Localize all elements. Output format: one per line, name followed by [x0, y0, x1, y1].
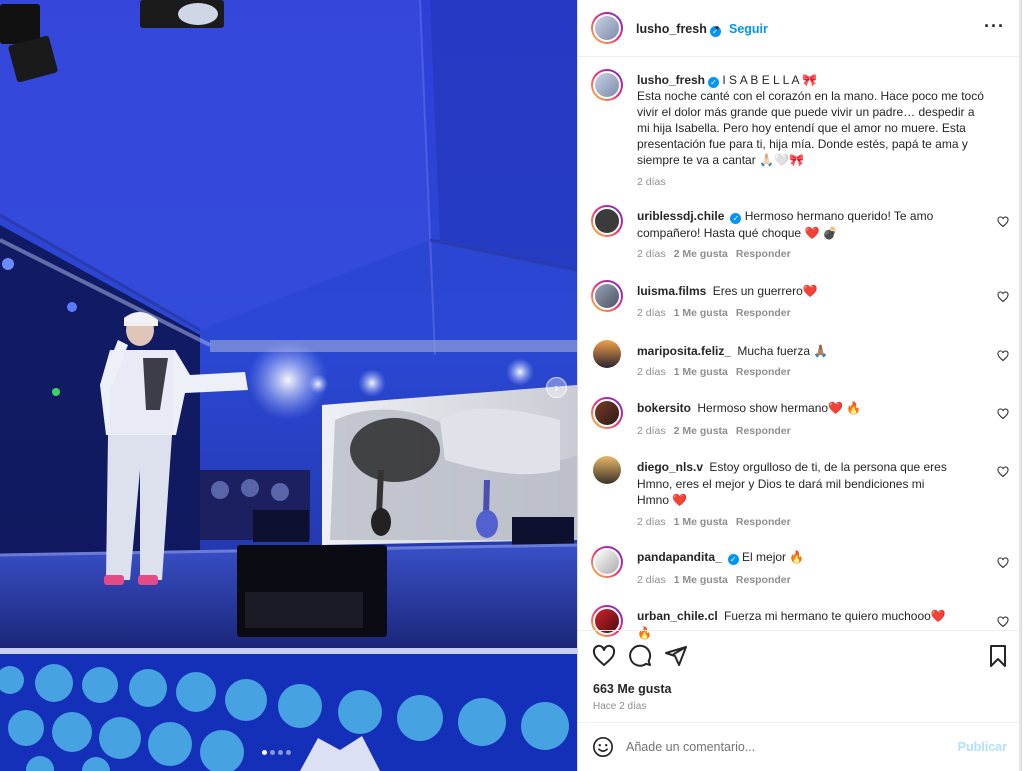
comment-text: uriblessdj.chile ✓ Hermoso hermano querid… — [637, 209, 934, 240]
comment-heart-icon[interactable] — [997, 466, 1009, 478]
likes-count[interactable]: 663 Me gusta — [593, 682, 672, 696]
comment-time[interactable]: 2 días — [637, 516, 666, 528]
comment-author[interactable]: diego_nls.v — [637, 460, 703, 474]
heart-icon[interactable] — [592, 644, 616, 668]
carousel-dot — [270, 750, 275, 755]
comment-author[interactable]: uriblessdj.chile — [637, 209, 724, 223]
comment-likes[interactable]: 2 Me gusta — [674, 425, 728, 437]
reply-button[interactable]: Responder — [736, 307, 791, 319]
comment-icon[interactable] — [628, 644, 652, 668]
caption-author[interactable]: lusho_fresh — [637, 73, 705, 87]
avatar[interactable] — [593, 340, 621, 368]
header-separator: • — [715, 21, 720, 35]
more-options-button[interactable]: ··· — [984, 16, 1005, 37]
carousel-dot — [262, 750, 267, 755]
chevron-right-icon: › — [554, 380, 559, 395]
reply-button[interactable]: Responder — [736, 425, 791, 437]
reply-button[interactable]: Responder — [736, 248, 791, 260]
post-photo[interactable]: › — [0, 0, 577, 771]
comment-meta: 2 días 1 Me gusta Responder — [637, 366, 799, 378]
comment-heart-icon[interactable] — [997, 408, 1009, 420]
emoji-icon[interactable] — [592, 736, 614, 758]
post-actions: 663 Me gusta Hace 2 días — [578, 630, 1021, 722]
avatar[interactable] — [591, 205, 623, 237]
scrollbar[interactable] — [1019, 0, 1021, 771]
caption-time[interactable]: 2 días — [637, 174, 987, 190]
post-author-name[interactable]: lusho_fresh — [636, 22, 707, 36]
comment-heart-icon[interactable] — [997, 216, 1009, 228]
comment-meta: 2 días 2 Me gusta Responder — [637, 425, 799, 437]
post-timestamp[interactable]: Hace 2 días — [593, 701, 646, 712]
carousel-dot — [286, 750, 291, 755]
comment-author[interactable]: bokersito — [637, 401, 691, 415]
carousel-next-button[interactable]: › — [546, 377, 567, 398]
comment-meta: 2 días 1 Me gusta Responder — [637, 516, 799, 528]
comment-text: mariposita.feliz_ Mucha fuerza 🙏🏽 — [637, 344, 829, 358]
comment-time[interactable]: 2 días — [637, 248, 666, 260]
comment-likes[interactable]: 1 Me gusta — [674, 307, 728, 319]
comment-likes[interactable]: 2 Me gusta — [674, 248, 728, 260]
avatar[interactable] — [591, 397, 623, 429]
comment-heart-icon[interactable] — [997, 616, 1009, 628]
follow-button[interactable]: Seguir — [729, 22, 768, 36]
caption-body: Esta noche canté con el corazón en la ma… — [637, 89, 984, 167]
comment-text: diego_nls.v Estoy orgulloso de ti, de la… — [637, 460, 947, 507]
avatar[interactable] — [591, 69, 623, 101]
comment-author[interactable]: mariposita.feliz_ — [637, 344, 731, 358]
carousel-dot — [278, 750, 283, 755]
avatar[interactable] — [591, 280, 623, 312]
comment-meta: 2 días 1 Me gusta Responder — [637, 574, 799, 586]
verified-badge-icon: ✓ — [730, 213, 742, 224]
comment-heart-icon[interactable] — [997, 557, 1009, 569]
share-icon[interactable] — [664, 644, 688, 668]
bookmark-icon[interactable] — [986, 644, 1010, 668]
avatar[interactable] — [593, 456, 621, 484]
avatar[interactable] — [591, 546, 623, 578]
comment-text: pandapandita_ ✓ El mejor 🔥 — [637, 550, 805, 565]
comment-likes[interactable]: 1 Me gusta — [674, 574, 728, 586]
comment-meta: 2 días 1 Me gusta Responder — [637, 307, 799, 319]
post-author[interactable]: lusho_fresh ✓ — [636, 22, 721, 37]
comment-text: bokersito Hermoso show hermano❤️ 🔥 — [637, 401, 862, 415]
comment-time[interactable]: 2 días — [637, 425, 666, 437]
publish-button[interactable]: Publicar — [958, 740, 1007, 754]
reply-button[interactable]: Responder — [736, 516, 791, 528]
caption-title: I S A B E L L A 🎀 — [722, 73, 818, 87]
comment-time[interactable]: 2 días — [637, 366, 666, 378]
carousel-indicator — [262, 750, 291, 755]
comment-meta: 2 días 2 Me gusta Responder — [637, 248, 799, 260]
comment-author[interactable]: luisma.films — [637, 284, 706, 298]
concert-stage-image — [0, 0, 577, 771]
comment-author[interactable]: pandapandita_ — [637, 550, 722, 564]
comment-text: luisma.films Eres un guerrero❤️ — [637, 284, 818, 298]
comment-author[interactable]: urban_chile.cl — [637, 609, 718, 623]
comment-input[interactable] — [626, 737, 946, 757]
reply-button[interactable]: Responder — [736, 366, 791, 378]
comment-likes[interactable]: 1 Me gusta — [674, 516, 728, 528]
comment-heart-icon[interactable] — [997, 291, 1009, 303]
reply-button[interactable]: Responder — [736, 574, 791, 586]
comment-heart-icon[interactable] — [997, 350, 1009, 362]
more-horizontal-icon: ··· — [984, 16, 1005, 36]
post-header: lusho_fresh ✓ • Seguir ··· — [578, 0, 1021, 57]
comment-likes[interactable]: 1 Me gusta — [674, 366, 728, 378]
verified-badge-icon: ✓ — [727, 554, 739, 565]
caption-text: lusho_fresh ✓ I S A B E L L A 🎀 Esta noch… — [637, 72, 987, 190]
comment-time[interactable]: 2 días — [637, 574, 666, 586]
comment-time[interactable]: 2 días — [637, 307, 666, 319]
post-detail-panel: lusho_fresh ✓ • Seguir ··· lusho_fresh ✓ I… — [577, 0, 1022, 771]
verified-badge-icon: ✓ — [708, 77, 720, 88]
comment-composer: Publicar — [578, 722, 1021, 771]
avatar[interactable] — [591, 12, 623, 44]
